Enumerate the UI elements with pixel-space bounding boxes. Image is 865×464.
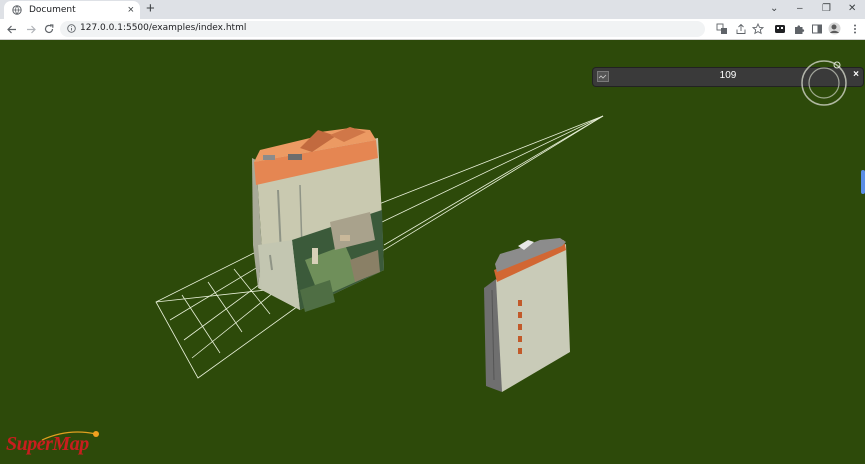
panel-close-button[interactable]: × bbox=[853, 69, 859, 80]
tab-title: Document bbox=[29, 5, 76, 15]
tab-close-button[interactable]: × bbox=[128, 3, 134, 17]
forward-icon[interactable] bbox=[26, 25, 36, 34]
scrollbar-thumb[interactable] bbox=[861, 170, 865, 194]
profile-avatar[interactable] bbox=[828, 22, 841, 35]
close-window-button[interactable]: ✕ bbox=[848, 2, 856, 16]
globe-icon bbox=[12, 5, 22, 15]
back-icon[interactable] bbox=[7, 25, 17, 34]
url-text[interactable]: 127.0.0.1:5500/examples/index.html bbox=[80, 23, 246, 33]
translate-icon[interactable] bbox=[716, 23, 728, 35]
supermap-logo: SuperMap bbox=[6, 433, 89, 455]
bookmark-star-icon[interactable] bbox=[752, 23, 764, 35]
map-viewport[interactable] bbox=[0, 40, 865, 464]
menu-icon[interactable] bbox=[849, 23, 861, 35]
tab-search-icon[interactable]: ⌄ bbox=[770, 2, 778, 16]
browser-toolbar: 127.0.0.1:5500/examples/index.html bbox=[0, 19, 865, 40]
address-bar[interactable]: 127.0.0.1:5500/examples/index.html bbox=[60, 21, 764, 37]
share-icon[interactable] bbox=[735, 23, 747, 35]
building-right[interactable] bbox=[484, 238, 570, 392]
panel-value: 109 bbox=[719, 70, 737, 81]
minimize-button[interactable]: – bbox=[797, 2, 803, 16]
new-tab-button[interactable]: + bbox=[146, 1, 155, 17]
puzzle-icon[interactable] bbox=[793, 23, 805, 35]
scene-canvas[interactable] bbox=[0, 40, 865, 464]
tab-strip: Document × + ⌄ – ❐ ✕ bbox=[0, 0, 865, 19]
panel-toggle-icon[interactable] bbox=[597, 71, 609, 82]
extension-icon[interactable] bbox=[774, 23, 786, 35]
side-panel-icon[interactable] bbox=[811, 23, 823, 35]
restore-button[interactable]: ❐ bbox=[822, 2, 831, 16]
compass-navigation-icon[interactable] bbox=[800, 59, 848, 107]
reload-icon[interactable] bbox=[44, 24, 54, 34]
tab-document[interactable]: Document × bbox=[4, 1, 140, 19]
building-left[interactable] bbox=[252, 127, 384, 312]
site-info-icon[interactable] bbox=[67, 24, 76, 33]
